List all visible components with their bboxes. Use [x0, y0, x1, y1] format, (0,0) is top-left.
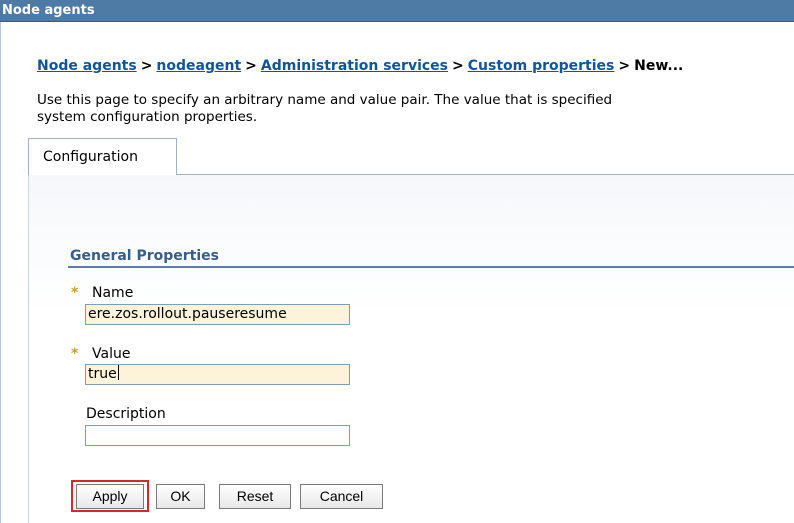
- general-properties-heading: General Properties: [70, 248, 219, 264]
- required-marker-icon: *: [71, 346, 79, 362]
- apply-button[interactable]: Apply: [76, 484, 144, 509]
- section-divider: [68, 266, 794, 268]
- reset-button[interactable]: Reset: [219, 484, 291, 509]
- value-label: Value: [92, 346, 131, 362]
- cancel-button[interactable]: Cancel: [300, 484, 383, 509]
- text-cursor: [117, 365, 119, 380]
- breadcrumb-custom-properties[interactable]: Custom properties: [468, 58, 615, 74]
- breadcrumb-separator: >: [245, 58, 257, 74]
- breadcrumb-administration-services[interactable]: Administration services: [261, 58, 448, 74]
- tab-configuration[interactable]: Configuration: [28, 138, 177, 175]
- breadcrumb-separator: >: [618, 58, 631, 74]
- breadcrumb-separator: >: [452, 58, 464, 74]
- page-description: Use this page to specify an arbitrary na…: [37, 92, 794, 126]
- breadcrumb-separator: >: [140, 58, 153, 74]
- value-input[interactable]: true: [85, 364, 350, 385]
- panel-border: [28, 174, 29, 523]
- value-input-text: true: [88, 366, 117, 382]
- description-line-2: system configuration properties.: [37, 109, 258, 125]
- breadcrumb-current: New...: [634, 58, 684, 74]
- required-marker-icon: *: [71, 285, 79, 301]
- description-label: Description: [86, 406, 166, 422]
- window-title: Node agents: [0, 0, 794, 22]
- configuration-panel: [29, 175, 794, 523]
- breadcrumb-node-agents[interactable]: Node agents: [37, 58, 137, 74]
- name-label: Name: [92, 285, 134, 301]
- description-input[interactable]: [85, 425, 350, 446]
- description-line-1: Use this page to specify an arbitrary na…: [37, 92, 613, 108]
- breadcrumb: Node agents > nodeagent > Administration ser…: [37, 58, 683, 74]
- ok-button[interactable]: OK: [156, 484, 205, 509]
- name-input[interactable]: ere.zos.rollout.pauseresume: [85, 304, 350, 325]
- breadcrumb-nodeagent[interactable]: nodeagent: [156, 58, 241, 74]
